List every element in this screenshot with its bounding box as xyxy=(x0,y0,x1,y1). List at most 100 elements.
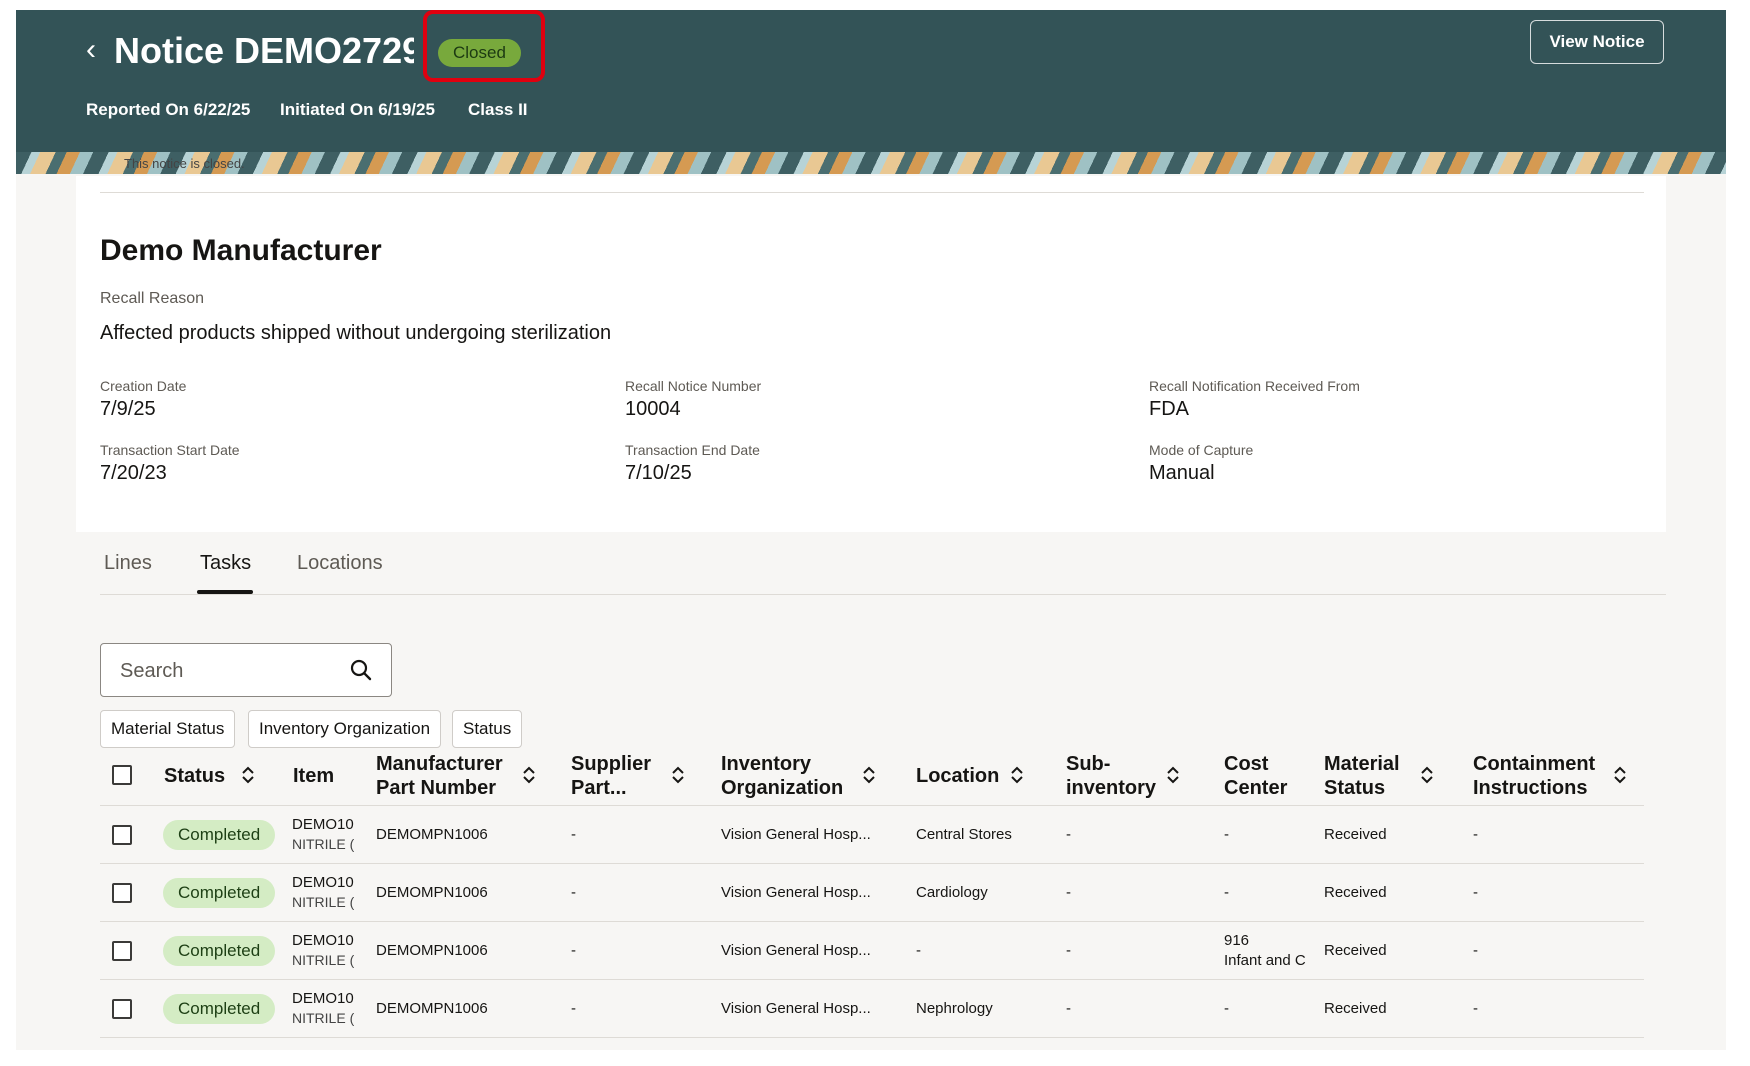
supplier-part: - xyxy=(571,826,576,843)
initiated-on: Initiated On 6/19/25 xyxy=(280,100,435,119)
table-divider xyxy=(100,805,1644,806)
material-status: Received xyxy=(1324,942,1387,959)
header-inventory-organization[interactable]: Inventory Organization xyxy=(721,752,843,800)
supplier-part: - xyxy=(571,884,576,901)
row-checkbox[interactable] xyxy=(112,999,132,1019)
item-code: DEMO10 xyxy=(292,874,354,891)
view-notice-button[interactable]: View Notice xyxy=(1530,20,1664,64)
location: Central Stores xyxy=(916,826,1012,843)
sort-icon[interactable] xyxy=(1420,765,1434,785)
notice-details-card xyxy=(76,176,1666,532)
location: Nephrology xyxy=(916,1000,993,1017)
manufacturer-part-number: DEMOMPN1006 xyxy=(376,884,488,901)
tab-tasks[interactable]: Tasks xyxy=(200,552,251,575)
header-line: Supplier xyxy=(571,753,652,775)
reported-on: Reported On 6/22/25 xyxy=(86,100,251,119)
manufacturer-part-number: DEMOMPN1006 xyxy=(376,826,488,843)
header-supplier-part[interactable]: Supplier Part... xyxy=(571,752,651,800)
header-cost-center: Cost Center xyxy=(1224,752,1287,800)
material-status: Received xyxy=(1324,1000,1387,1017)
subinventory: - xyxy=(1066,942,1071,959)
sort-icon[interactable] xyxy=(1010,765,1024,785)
header-location[interactable]: Location xyxy=(916,764,999,788)
sort-icon[interactable] xyxy=(1166,765,1180,785)
header-line: Part... xyxy=(571,777,627,799)
transaction-end-label: Transaction End Date xyxy=(625,442,760,458)
location: Cardiology xyxy=(916,884,988,901)
status-pill: Completed xyxy=(163,878,276,908)
header-containment-instructions[interactable]: Containment Instructions xyxy=(1473,752,1595,800)
filter-inventory-organization[interactable]: Inventory Organization xyxy=(248,710,442,748)
inventory-organization: Vision General Hosp... xyxy=(721,884,871,901)
item-description: NITRILE ( xyxy=(292,952,354,968)
item-description: NITRILE ( xyxy=(292,1010,354,1026)
transaction-start-date: 7/20/23 xyxy=(100,462,167,484)
containment-instructions: - xyxy=(1473,826,1478,843)
header-material-status[interactable]: Material Status xyxy=(1324,752,1400,800)
search-icon[interactable] xyxy=(349,658,373,682)
cost-center: - xyxy=(1224,884,1229,901)
manufacturer-name: Demo Manufacturer xyxy=(100,234,382,267)
sort-icon[interactable] xyxy=(671,765,685,785)
header-line: Instructions xyxy=(1473,777,1588,799)
recall-reason: Affected products shipped without underg… xyxy=(100,322,612,344)
cost-center: - xyxy=(1224,1000,1229,1017)
sort-icon[interactable] xyxy=(1613,765,1627,785)
header-line: Status xyxy=(1324,777,1386,799)
notice-page: ‹ Notice DEMO2729 Closed View Notice Rep… xyxy=(16,10,1726,1050)
recall-notice-number: 10004 xyxy=(625,398,681,420)
page-title: Notice DEMO2729 xyxy=(114,30,414,71)
transaction-start-label: Transaction Start Date xyxy=(100,442,240,458)
tabs-divider xyxy=(100,594,1666,595)
manufacturer-part-number: DEMOMPN1006 xyxy=(376,1000,488,1017)
subinventory: - xyxy=(1066,884,1071,901)
row-checkbox[interactable] xyxy=(112,825,132,845)
supplier-part: - xyxy=(571,942,576,959)
search-input[interactable]: Search xyxy=(100,643,392,697)
header-item: Item xyxy=(293,765,335,787)
filter-material-status[interactable]: Material Status xyxy=(100,710,236,748)
closed-message: This notice is closed. xyxy=(124,156,245,171)
header-line: Inventory xyxy=(721,753,812,775)
row-checkbox[interactable] xyxy=(112,941,132,961)
table-row-divider xyxy=(100,863,1644,864)
sort-icon[interactable] xyxy=(522,765,536,785)
header-manufacturer-part-number[interactable]: Manufacturer Part Number xyxy=(376,752,503,800)
header-line: Cost xyxy=(1224,753,1269,775)
row-checkbox[interactable] xyxy=(112,883,132,903)
material-status: Received xyxy=(1324,826,1387,843)
supplier-part: - xyxy=(571,1000,576,1017)
header-line: inventory xyxy=(1066,777,1157,799)
subinventory: - xyxy=(1066,826,1071,843)
status-pill: Completed xyxy=(163,994,276,1024)
sort-icon[interactable] xyxy=(241,765,255,785)
status-pill: Completed xyxy=(163,936,276,966)
sort-icon[interactable] xyxy=(862,765,876,785)
filter-status[interactable]: Status xyxy=(452,710,523,748)
cost-center-description: Infant and C xyxy=(1224,952,1306,969)
manufacturer-part-number: DEMOMPN1006 xyxy=(376,942,488,959)
decorative-banner xyxy=(16,152,1726,176)
header-line: Organization xyxy=(721,777,844,799)
chevron-left-icon[interactable]: ‹ xyxy=(73,32,109,68)
containment-instructions: - xyxy=(1473,884,1478,901)
header-line: Sub- xyxy=(1066,753,1111,775)
received-from: FDA xyxy=(1149,398,1189,420)
select-all-checkbox[interactable] xyxy=(112,765,132,785)
header-subinventory[interactable]: Sub- inventory xyxy=(1066,752,1156,800)
received-from-label: Recall Notification Received From xyxy=(1149,378,1360,394)
inventory-organization: Vision General Hosp... xyxy=(721,942,871,959)
search-placeholder: Search xyxy=(120,660,184,682)
creation-date: 7/9/25 xyxy=(100,398,156,420)
containment-instructions: - xyxy=(1473,942,1478,959)
tab-lines[interactable]: Lines xyxy=(104,552,152,575)
annotation-highlight-box xyxy=(423,10,545,82)
table-row-divider xyxy=(100,921,1644,922)
containment-instructions: - xyxy=(1473,1000,1478,1017)
tab-locations[interactable]: Locations xyxy=(297,552,383,575)
notice-header: ‹ Notice DEMO2729 Closed View Notice Rep… xyxy=(16,10,1726,152)
header-status[interactable]: Status xyxy=(164,764,225,788)
divider xyxy=(100,192,1644,193)
cost-center: - xyxy=(1224,826,1229,843)
transaction-end-date: 7/10/25 xyxy=(625,462,692,484)
